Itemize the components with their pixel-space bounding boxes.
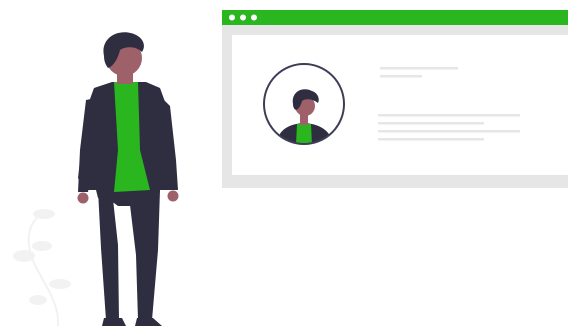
window-dot-icon: [251, 14, 257, 21]
text-line: [380, 75, 422, 78]
browser-window: [222, 10, 568, 188]
person-leg-left: [98, 190, 119, 320]
text-line: [378, 114, 520, 117]
person-figure: [77, 32, 179, 326]
avatar-shirt: [296, 124, 312, 144]
text-line: [378, 138, 484, 141]
text-line: [380, 67, 458, 70]
text-line: [378, 122, 484, 125]
plant-leaf: [13, 250, 35, 262]
browser-titlebar: [222, 10, 568, 25]
plant-decoration: [13, 209, 71, 326]
plant-leaf: [49, 279, 71, 289]
person-shoe-right: [135, 318, 162, 326]
person-shoe-left: [102, 318, 126, 326]
text-line: [378, 130, 520, 133]
person-hand-left: [77, 192, 89, 204]
person-hand-right: [167, 190, 179, 202]
illustration-scene: [13, 10, 568, 326]
window-dot-icon: [229, 14, 235, 21]
window-dot-icon: [240, 14, 246, 21]
plant-leaf: [32, 241, 52, 251]
plant-stem: [27, 214, 60, 326]
plant-leaf: [29, 295, 47, 305]
user-avatar-icon: [263, 63, 345, 145]
person-leg-right: [118, 190, 160, 320]
plant-leaf: [33, 209, 55, 219]
